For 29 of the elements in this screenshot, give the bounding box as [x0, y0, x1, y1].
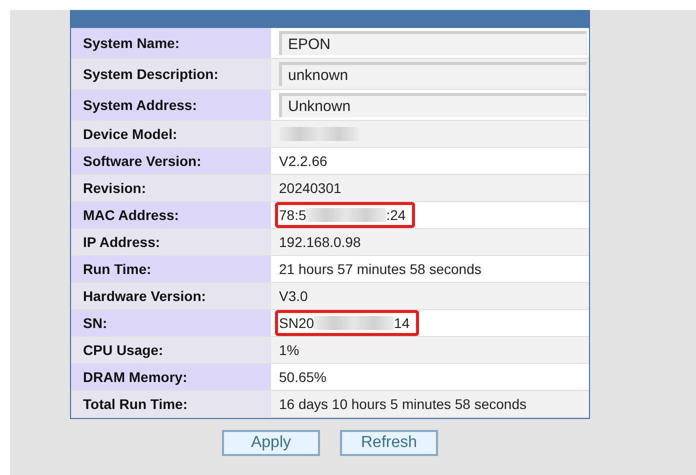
text-field[interactable]: Unknown — [279, 93, 587, 117]
value-text: 20240301 — [279, 180, 342, 196]
field-label: IP Address: — [71, 229, 271, 255]
field-label: DRAM Memory: — [71, 364, 271, 390]
value-text: 16 days 10 hours 5 minutes 58 seconds — [279, 396, 526, 412]
field-label: Run Time: — [71, 256, 271, 282]
highlighted-value: 78:5 :24 — [275, 202, 415, 228]
value-text: 21 hours 57 minutes 58 seconds — [279, 261, 482, 277]
text-field[interactable]: unknown — [279, 62, 587, 86]
text-field[interactable]: EPON — [279, 31, 587, 55]
highlighted-value: SN20 14 — [275, 310, 419, 336]
field-label: System Description: — [71, 59, 271, 89]
value-text: 50.65% — [279, 369, 326, 385]
field-label: Total Run Time: — [71, 391, 271, 417]
value-text: V2.2.66 — [279, 153, 328, 169]
field-label: Revision: — [71, 175, 271, 201]
field-label: CPU Usage: — [71, 337, 271, 363]
field-label: Hardware Version: — [71, 283, 271, 309]
value-text: V3.0 — [279, 288, 308, 304]
field-label: MAC Address: — [71, 202, 271, 228]
value-text: 1% — [279, 342, 300, 358]
apply-button[interactable]: Apply — [222, 430, 320, 456]
value-text: 192.168.0.98 — [279, 234, 361, 250]
refresh-button[interactable]: Refresh — [340, 430, 438, 456]
field-label: System Address: — [71, 90, 271, 120]
field-label: Software Version: — [71, 148, 271, 174]
field-label: Device Model: — [71, 121, 271, 147]
field-label: System Name: — [71, 28, 271, 58]
field-label: SN: — [71, 310, 271, 336]
